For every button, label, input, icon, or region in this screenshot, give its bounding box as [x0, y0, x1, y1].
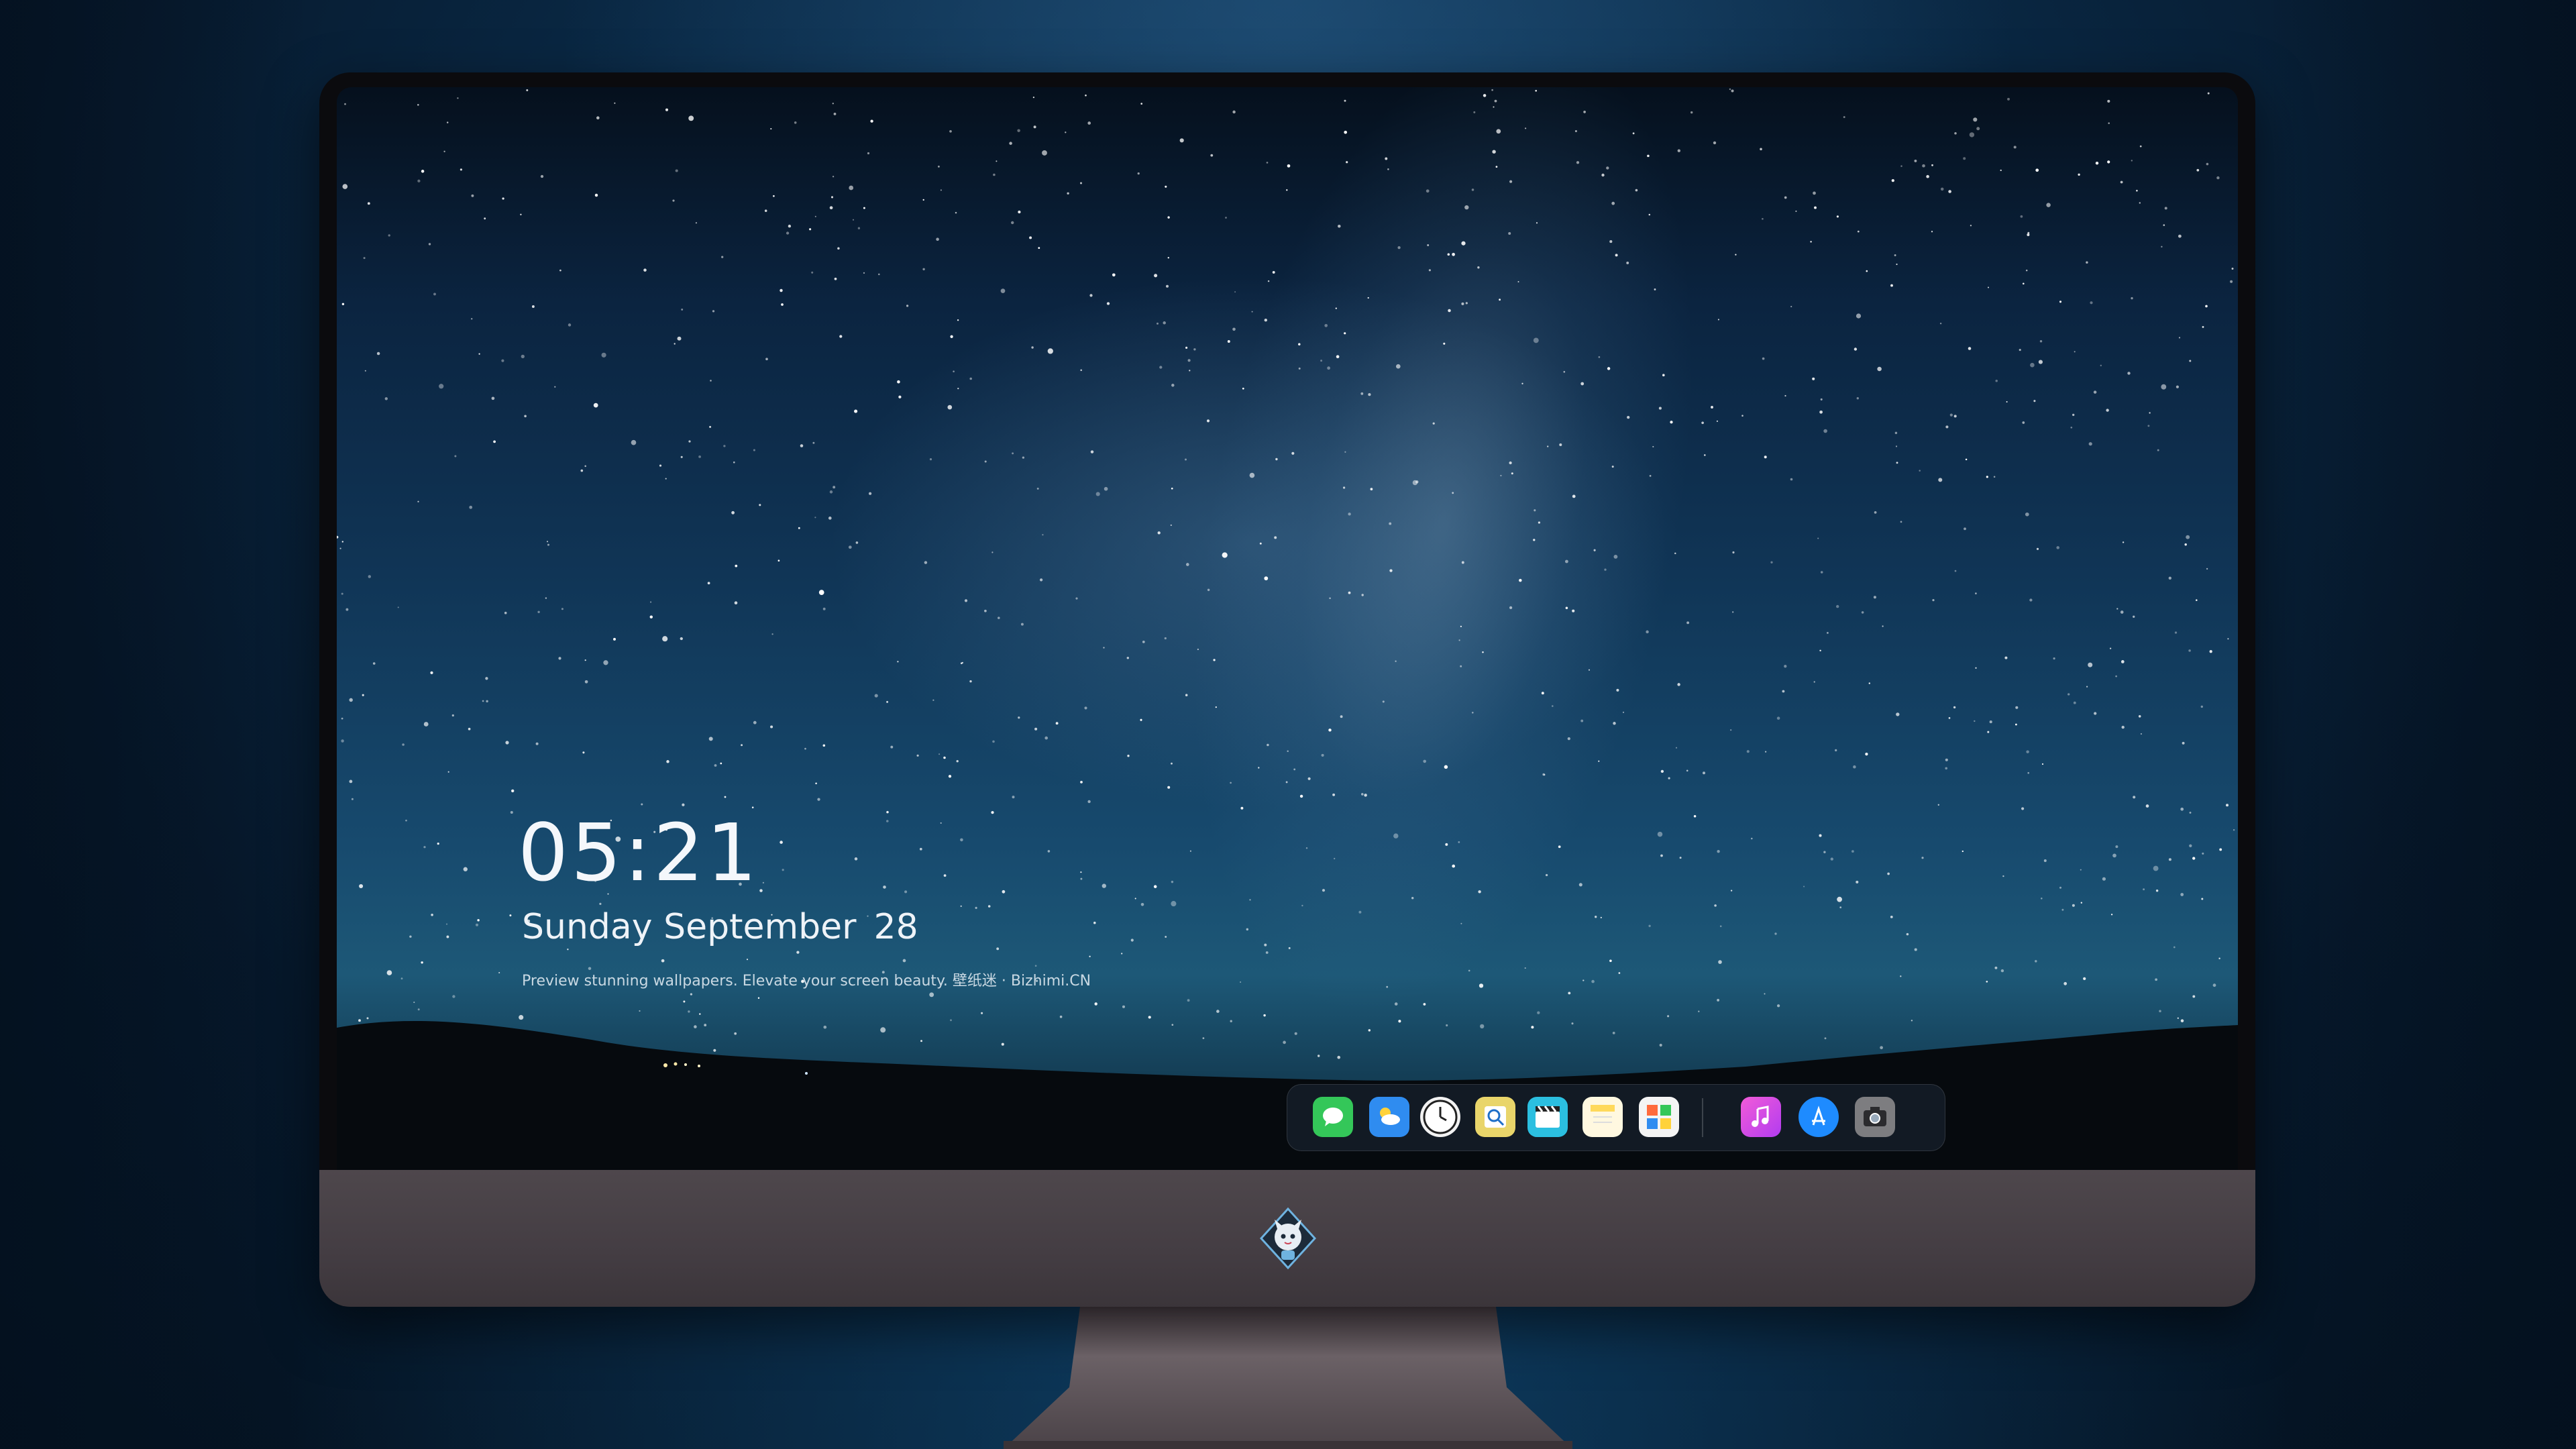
messages-icon[interactable] [1313, 1097, 1353, 1137]
monitor-chin [319, 1170, 2255, 1307]
dock [1287, 1084, 1945, 1151]
camera-icon[interactable] [1855, 1097, 1895, 1137]
dock-separator [1702, 1098, 1703, 1137]
app-store-icon[interactable] [1799, 1097, 1839, 1137]
clock-icon[interactable] [1420, 1097, 1460, 1137]
photo-booth-icon[interactable] [1639, 1097, 1679, 1137]
date-weekday-month: Sunday September [522, 907, 857, 947]
lock-date: Sunday September 28 [522, 907, 918, 947]
monitor-stand [1004, 1307, 1572, 1449]
lock-clock: 05:21 [518, 806, 760, 899]
music-icon[interactable] [1741, 1097, 1781, 1137]
weather-icon[interactable] [1369, 1097, 1409, 1137]
mascot-logo-icon [1259, 1207, 1317, 1270]
monitor: 05:21 Sunday September 28 Preview stunnin… [319, 72, 2255, 1307]
preview-icon[interactable] [1475, 1097, 1515, 1137]
clips-icon[interactable] [1527, 1097, 1568, 1137]
notes-icon[interactable] [1582, 1097, 1623, 1137]
wallpaper-tagline: Preview stunning wallpapers. Elevate you… [522, 973, 1091, 989]
mountain-horizon [337, 1020, 2238, 1170]
date-day: 28 [873, 907, 918, 947]
screen: 05:21 Sunday September 28 Preview stunnin… [337, 87, 2238, 1170]
starfield [337, 88, 2235, 1062]
